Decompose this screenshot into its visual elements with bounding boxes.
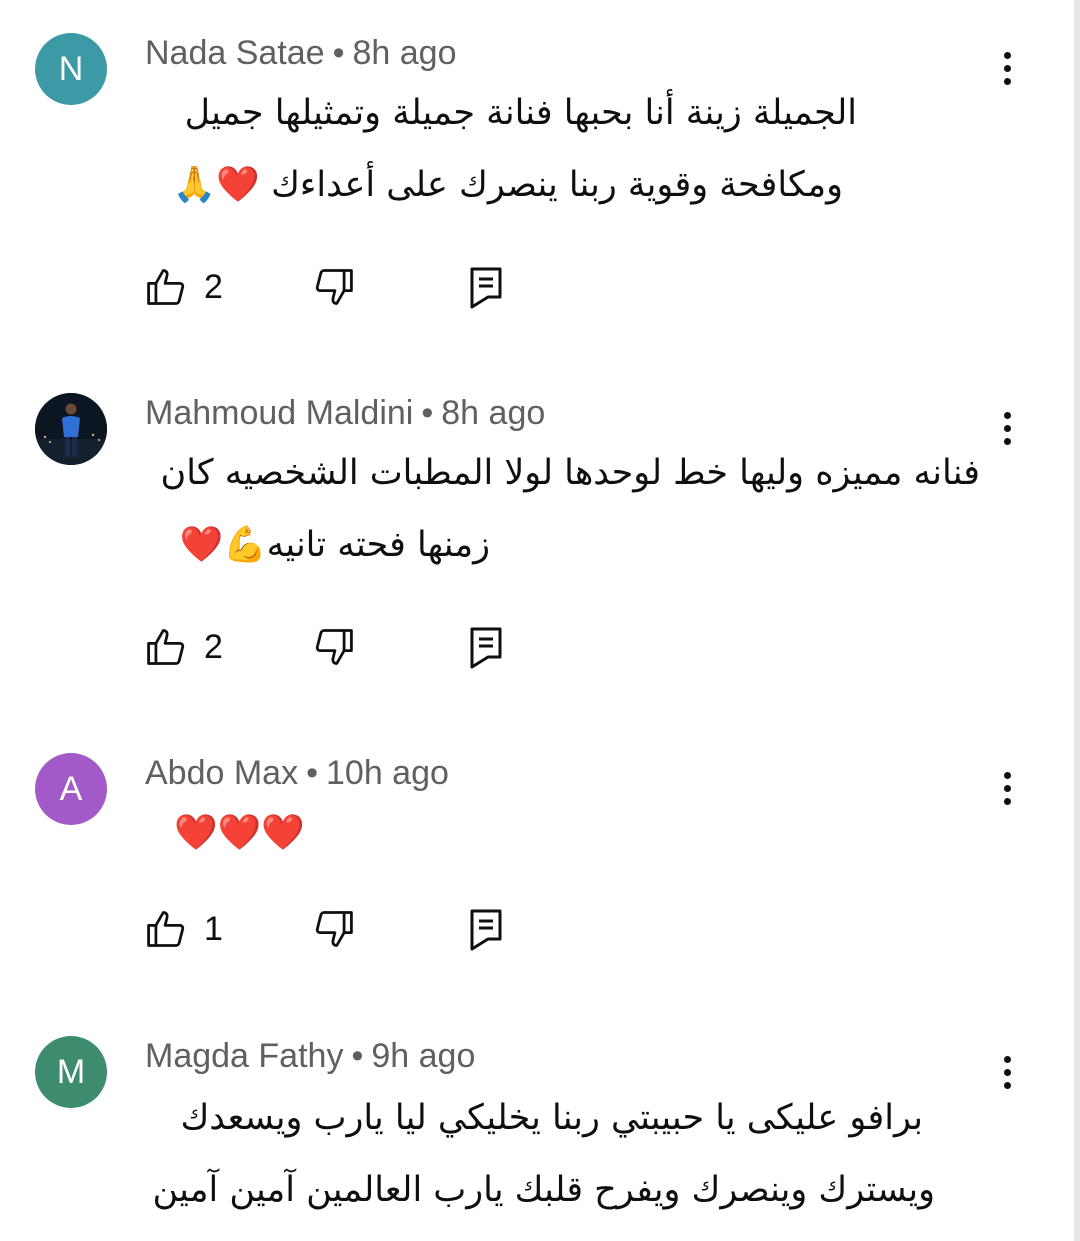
more-vertical-icon-dot: [1004, 1069, 1011, 1076]
reply-button[interactable]: [466, 907, 506, 951]
like-button[interactable]: 2: [144, 625, 244, 669]
avatar[interactable]: A: [35, 753, 107, 825]
comment-text-line: ويسترك وينصرك ويفرح قلبك يارب العالمين آ…: [152, 1170, 935, 1210]
timestamp[interactable]: 9h ago: [371, 1037, 475, 1075]
dislike-button[interactable]: [312, 625, 362, 669]
more-vertical-icon: [1004, 772, 1011, 779]
like-count: 2: [204, 268, 223, 306]
meta-separator: •: [351, 1037, 364, 1075]
more-options-button[interactable]: [990, 44, 1026, 94]
author-name[interactable]: Abdo Max: [145, 754, 298, 792]
more-options-button[interactable]: [990, 404, 1026, 454]
comment-item: Mahmoud Maldini • 8h ago فنانه مميزه وليها…: [0, 360, 1074, 720]
reply-icon: [470, 627, 502, 669]
more-options-button[interactable]: [990, 764, 1026, 814]
reply-icon: [470, 909, 502, 951]
avatar[interactable]: [35, 393, 107, 465]
reply-icon: [470, 267, 502, 309]
meta-separator: •: [306, 754, 318, 792]
thumb-up-icon: [147, 911, 185, 947]
author-name[interactable]: Nada Satae: [145, 34, 325, 72]
reply-button[interactable]: [466, 625, 506, 669]
thumb-down-icon: [315, 911, 353, 947]
comment-meta: Abdo Max • 10h ago: [145, 753, 449, 793]
comment-text-line: زمنها فحته تانيه💪❤️: [179, 525, 490, 565]
author-name[interactable]: Magda Fathy: [145, 1037, 343, 1075]
timestamp[interactable]: 10h ago: [326, 754, 449, 792]
comment-text-line: ومكافحة وقوية ربنا ينصرك على أعداءك ❤️🙏: [172, 165, 843, 205]
comment-text-line: برافو عليكى يا حبيبتي ربنا يخليكي ليا يا…: [180, 1098, 923, 1138]
scrollbar-track: [1074, 0, 1080, 1241]
more-vertical-icon: [1004, 52, 1011, 59]
meta-separator: •: [421, 394, 434, 432]
avatar[interactable]: N: [35, 33, 107, 105]
avatar-photo: [35, 393, 107, 465]
comment-text-line: ❤️❤️❤️: [174, 813, 305, 853]
like-count: 2: [204, 628, 223, 666]
comment-meta: Magda Fathy • 9h ago: [145, 1036, 475, 1076]
thumb-up-icon: [147, 629, 185, 665]
comment-item: M Magda Fathy • 9h ago برافو عليكى يا حبيب…: [0, 1000, 1074, 1241]
comment-meta: Mahmoud Maldini • 8h ago: [145, 393, 545, 433]
timestamp[interactable]: 8h ago: [353, 34, 457, 72]
like-button[interactable]: 2: [144, 265, 244, 309]
thumb-down-icon: [315, 629, 353, 665]
more-options-button[interactable]: [990, 1048, 1026, 1098]
comment-meta: Nada Satae • 8h ago: [145, 33, 457, 73]
timestamp[interactable]: 8h ago: [441, 394, 545, 432]
comment-item: N Nada Satae • 8h ago الجميلة زينة أنا بحب…: [0, 0, 1074, 360]
more-vertical-icon: [1004, 412, 1011, 419]
dislike-button[interactable]: [312, 265, 362, 309]
author-name[interactable]: Mahmoud Maldini: [145, 394, 413, 432]
more-vertical-icon-dot: [1004, 65, 1011, 72]
more-vertical-icon-dot: [1004, 425, 1011, 432]
dislike-button[interactable]: [312, 907, 362, 951]
like-button[interactable]: 1: [144, 907, 244, 951]
more-vertical-icon-dot: [1004, 438, 1011, 445]
comment-text-line: فنانه مميزه وليها خط لوحدها لولا المطبات…: [160, 453, 980, 493]
avatar[interactable]: M: [35, 1036, 107, 1108]
meta-separator: •: [332, 34, 345, 72]
more-vertical-icon: [1004, 1056, 1011, 1063]
more-vertical-icon-dot: [1004, 785, 1011, 792]
reply-button[interactable]: [466, 265, 506, 309]
more-vertical-icon-dot: [1004, 78, 1011, 85]
like-count: 1: [204, 910, 223, 948]
comment-item: A Abdo Max • 10h ago ❤️❤️❤️ 1: [0, 720, 1074, 1020]
more-vertical-icon-dot: [1004, 798, 1011, 805]
more-vertical-icon-dot: [1004, 1082, 1011, 1089]
thumb-up-icon: [147, 269, 185, 305]
thumb-down-icon: [315, 269, 353, 305]
comment-text-line: الجميلة زينة أنا بحبها فنانة جميلة وتمثي…: [184, 93, 857, 133]
